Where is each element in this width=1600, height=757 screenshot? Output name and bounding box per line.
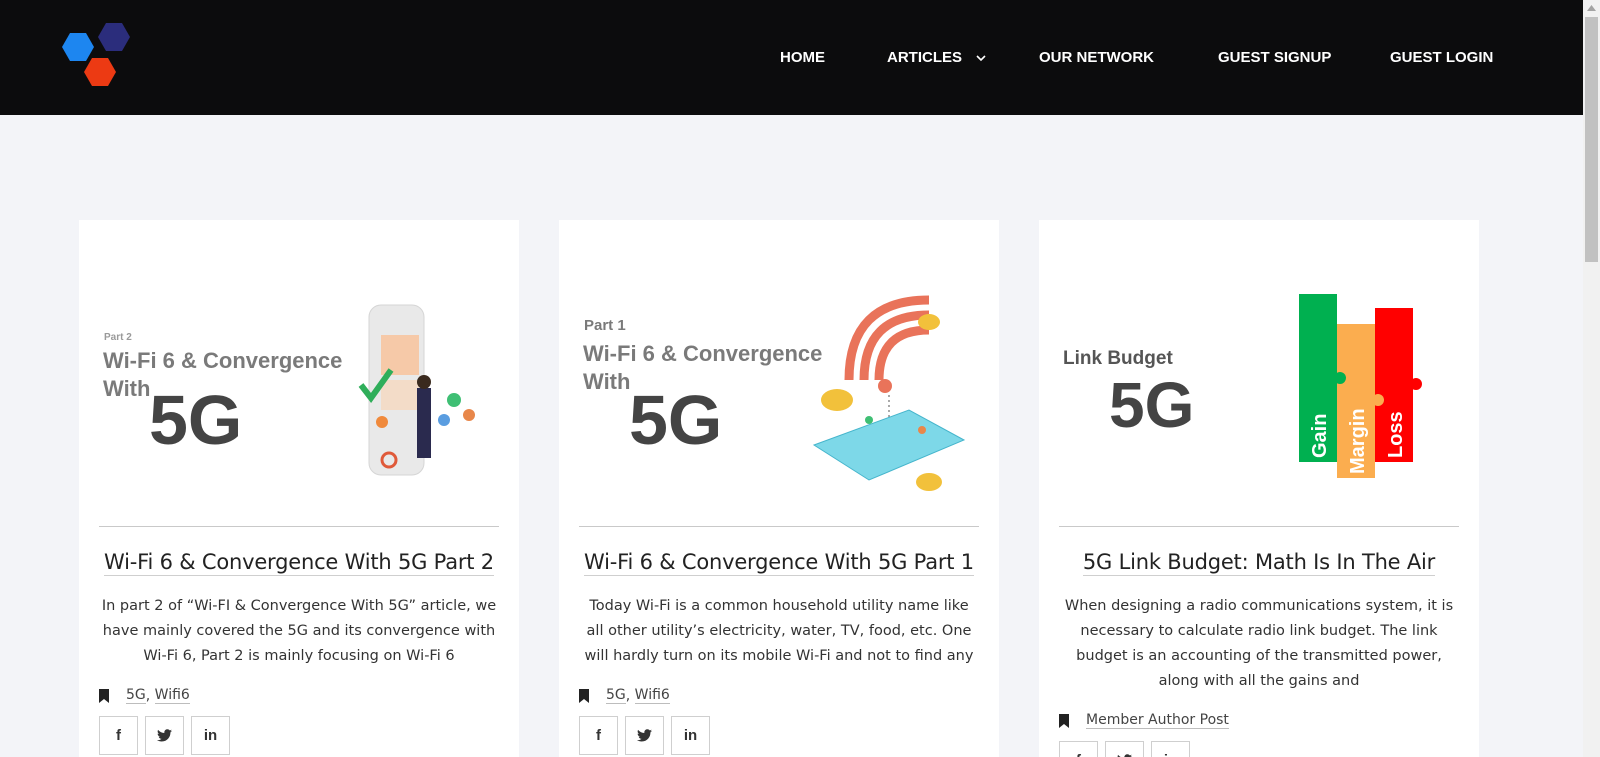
image-part-label: Part 2 (104, 332, 132, 343)
image-heading-line1: Wi-Fi 6 & Convergence (583, 341, 822, 366)
twitter-share-button[interactable] (625, 716, 664, 755)
image-heading-line1: Wi-Fi 6 & Convergence (103, 348, 342, 373)
gain-label: Gain (1309, 414, 1331, 458)
linkedin-share-button[interactable]: in (191, 716, 230, 755)
nav-articles-label: ARTICLES (887, 49, 962, 66)
twitter-share-button[interactable] (145, 716, 184, 755)
share-buttons: f in (579, 716, 710, 755)
linkedin-share-button[interactable]: in (1151, 741, 1190, 757)
twitter-share-button[interactable] (1105, 741, 1144, 757)
twitter-icon (157, 729, 172, 742)
article-tags: 5G, Wifi6 (579, 687, 670, 704)
facebook-share-button[interactable]: f (579, 716, 618, 755)
share-buttons: f in (1059, 741, 1190, 757)
loss-label: Loss (1385, 411, 1407, 458)
article-card: Link Budget 5G Gain Margin Loss 5G Link … (1039, 220, 1479, 757)
wifi-phone-illustration (812, 295, 966, 491)
image-5g-text: 5G (1109, 369, 1194, 441)
chevron-down-icon (976, 55, 986, 62)
bookmark-icon (99, 688, 109, 703)
article-image[interactable]: Part 1 Wi-Fi 6 & Convergence With 5G (579, 220, 979, 526)
article-image[interactable]: Link Budget 5G Gain Margin Loss (1059, 220, 1459, 526)
image-heading-line2: With (103, 376, 150, 401)
site-header: HOME ARTICLES OUR NETWORK GUEST SIGNUP G… (0, 0, 1583, 115)
nav-home[interactable]: HOME (780, 49, 825, 66)
scrollbar[interactable] (1583, 0, 1600, 757)
card-divider (1059, 526, 1459, 527)
nav-articles[interactable]: ARTICLES (887, 49, 986, 66)
article-excerpt: In part 2 of “Wi-FI & Convergence With 5… (101, 598, 497, 664)
tag-link[interactable]: Wifi6 (634, 687, 670, 704)
nav-guest-signup[interactable]: GUEST SIGNUP (1218, 49, 1331, 66)
article-title-link[interactable]: 5G Link Budget: Math Is In The Air (1082, 550, 1435, 576)
article-tags: 5G, Wifi6 (99, 687, 190, 704)
nav-guest-login[interactable]: GUEST LOGIN (1390, 49, 1493, 66)
facebook-icon: f (116, 727, 121, 744)
facebook-icon: f (1076, 752, 1081, 757)
linkedin-icon: in (1164, 752, 1177, 757)
article-title-link[interactable]: Wi-Fi 6 & Convergence With 5G Part 1 (584, 550, 974, 576)
linkedin-icon: in (203, 727, 218, 744)
article-image[interactable]: Part 2 Wi-Fi 6 & Convergence With 5G (99, 220, 499, 526)
bookmark-icon (1059, 713, 1069, 728)
article-card: Part 2 Wi-Fi 6 & Convergence With 5G Wi-… (79, 220, 519, 757)
tag-link[interactable]: Member Author Post (1086, 712, 1229, 729)
phone-illustration (358, 304, 475, 476)
image-label: Link Budget (1063, 348, 1173, 369)
linkedin-icon: in (683, 727, 698, 744)
article-tags: Member Author Post (1059, 712, 1229, 729)
article-title[interactable]: Wi-Fi 6 & Convergence With 5G Part 1 (559, 550, 999, 576)
image-part-label: Part 1 (584, 317, 626, 334)
scroll-up-arrow-icon[interactable] (1583, 0, 1600, 17)
tag-link[interactable]: 5G (606, 687, 626, 704)
article-card: Part 1 Wi-Fi 6 & Convergence With 5G Wi-… (559, 220, 999, 757)
tag-link[interactable]: 5G (126, 687, 146, 704)
image-5g-text: 5G (149, 381, 242, 459)
share-buttons: f in (99, 716, 230, 755)
article-title[interactable]: Wi-Fi 6 & Convergence With 5G Part 2 (79, 550, 519, 576)
margin-label: Margin (1347, 408, 1369, 474)
image-heading-line2: With (583, 369, 630, 394)
bookmark-icon (579, 688, 589, 703)
card-divider (99, 526, 499, 527)
linkedin-share-button[interactable]: in (671, 716, 710, 755)
card-divider (579, 526, 979, 527)
nav-our-network[interactable]: OUR NETWORK (1039, 49, 1154, 66)
facebook-icon: f (596, 727, 601, 744)
article-title[interactable]: 5G Link Budget: Math Is In The Air (1039, 550, 1479, 576)
article-excerpt: Today Wi-Fi is a common household utilit… (584, 598, 974, 664)
facebook-share-button[interactable]: f (99, 716, 138, 755)
article-title-link[interactable]: Wi-Fi 6 & Convergence With 5G Part 2 (104, 550, 494, 576)
article-excerpt: When designing a radio communications sy… (1064, 598, 1454, 689)
facebook-share-button[interactable]: f (1059, 741, 1098, 757)
logo[interactable] (60, 20, 135, 98)
image-5g-text: 5G (629, 381, 722, 459)
link-budget-bars: Gain Margin Loss (1299, 294, 1422, 478)
twitter-icon (637, 729, 652, 742)
scrollbar-thumb[interactable] (1585, 17, 1598, 262)
tag-link[interactable]: Wifi6 (154, 687, 190, 704)
